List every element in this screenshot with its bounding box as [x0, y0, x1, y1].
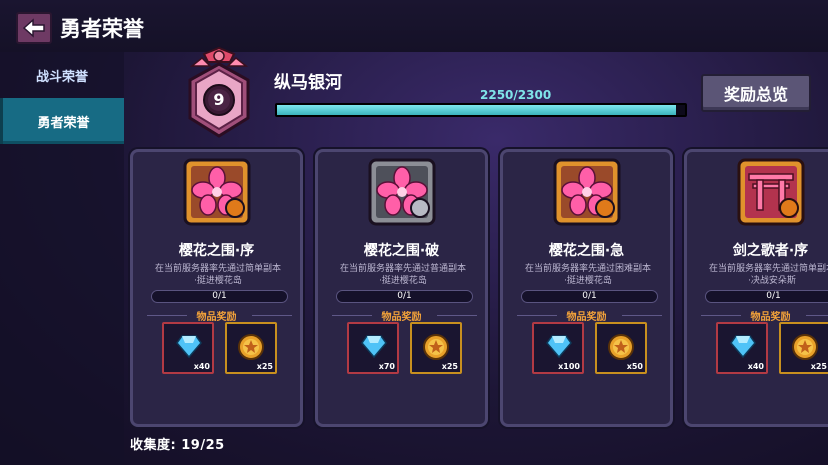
- sidebar: 战斗荣誉 勇者荣誉: [0, 52, 124, 465]
- reward-coin-slot[interactable]: x25: [410, 322, 462, 374]
- achievement-name: 樱花之围·急: [548, 243, 625, 259]
- reward-quantity: x25: [441, 362, 458, 371]
- reward-gem-slot[interactable]: x40: [162, 322, 214, 374]
- description-line-1: 在当前服务器率先通过普通副本: [339, 264, 466, 274]
- back-button[interactable]: [16, 12, 52, 44]
- reward-overview-button[interactable]: 奖励总览: [701, 74, 811, 112]
- achievement-description: 在当前服务器率先通过困难副本 ·挺进樱花岛: [507, 263, 669, 287]
- reward-gem-slot[interactable]: x70: [347, 322, 399, 374]
- achievement-description: 在当前服务器率先通过简单副本 ·决战安朵斯: [691, 263, 828, 287]
- divider-right: [622, 315, 662, 316]
- achievement-description: 在当前服务器率先通过普通副本 ·挺进樱花岛: [322, 263, 484, 287]
- achievement-name: 樱花之围·破: [363, 243, 440, 259]
- divider-right: [437, 315, 477, 316]
- achievement-name: 樱花之围·序: [178, 243, 255, 259]
- back-arrow-icon: [22, 18, 45, 38]
- rank-progress-fill: [277, 105, 677, 115]
- progress-text: 2250/2300: [480, 88, 552, 102]
- reward-quantity: x40: [193, 362, 210, 371]
- page-title: 勇者荣誉: [60, 17, 144, 41]
- description-line-1: 在当前服务器率先通过简单副本: [154, 264, 281, 274]
- description-line-2: ·挺进樱花岛: [379, 276, 427, 286]
- tab-battle-honor[interactable]: 战斗荣誉: [0, 52, 124, 98]
- divider-right: [252, 315, 292, 316]
- achievement-card[interactable]: 樱花之围·序 在当前服务器率先通过简单副本 ·挺进樱花岛 0/1 物品奖励 x4…: [130, 149, 303, 427]
- rank-level: 9: [213, 90, 225, 109]
- description-line-2: ·挺进樱花岛: [564, 276, 612, 286]
- achievement-card[interactable]: 樱花之围·破 在当前服务器率先通过普通副本 ·挺进樱花岛 0/1 物品奖励 x7…: [315, 149, 488, 427]
- reward-quantity: x50: [626, 362, 643, 371]
- tab-hero-honor[interactable]: 勇者荣誉: [0, 98, 124, 144]
- reward-coin-slot[interactable]: x25: [225, 322, 277, 374]
- rank-title: 纵马银河: [274, 73, 342, 93]
- achievement-count: 0/1: [705, 290, 828, 303]
- reward-gem-slot[interactable]: x40: [716, 322, 768, 374]
- top-bar: 勇者荣誉: [0, 0, 828, 52]
- reward-coin-slot[interactable]: x25: [779, 322, 828, 374]
- achievement-card[interactable]: 剑之歌者·序 在当前服务器率先通过简单副本 ·决战安朵斯 0/1 物品奖励 x4…: [684, 149, 828, 427]
- reward-quantity: x100: [558, 362, 580, 371]
- sakura-silver-medal-icon: [366, 156, 438, 228]
- description-line-1: 在当前服务器率先通过困难副本: [524, 264, 651, 274]
- sakura-gold-medal-icon: [551, 156, 623, 228]
- collection-progress: 收集度: 19/25: [130, 438, 225, 453]
- description-line-1: 在当前服务器率先通过简单副本: [708, 264, 828, 274]
- achievement-name: 剑之歌者·序: [732, 243, 809, 259]
- description-line-2: ·挺进樱花岛: [194, 276, 242, 286]
- divider-right: [806, 315, 828, 316]
- reward-quantity: x70: [378, 362, 395, 371]
- achievement-description: 在当前服务器率先通过简单副本 ·挺进樱花岛: [137, 263, 299, 287]
- rank-progress-bar: [275, 103, 687, 117]
- reward-quantity: x25: [256, 362, 273, 371]
- achievement-count: 0/1: [151, 290, 288, 303]
- reward-coin-slot[interactable]: x50: [595, 322, 647, 374]
- reward-quantity: x25: [810, 362, 827, 371]
- sakura-gold-medal-icon: [181, 156, 253, 228]
- reward-quantity: x40: [747, 362, 764, 371]
- achievement-card[interactable]: 樱花之围·急 在当前服务器率先通过困难副本 ·挺进樱花岛 0/1 物品奖励 x1…: [500, 149, 673, 427]
- achievement-count: 0/1: [336, 290, 473, 303]
- achievement-count: 0/1: [521, 290, 658, 303]
- description-line-2: ·决战安朵斯: [748, 276, 796, 286]
- torii-medal-icon: [735, 156, 807, 228]
- reward-gem-slot[interactable]: x100: [532, 322, 584, 374]
